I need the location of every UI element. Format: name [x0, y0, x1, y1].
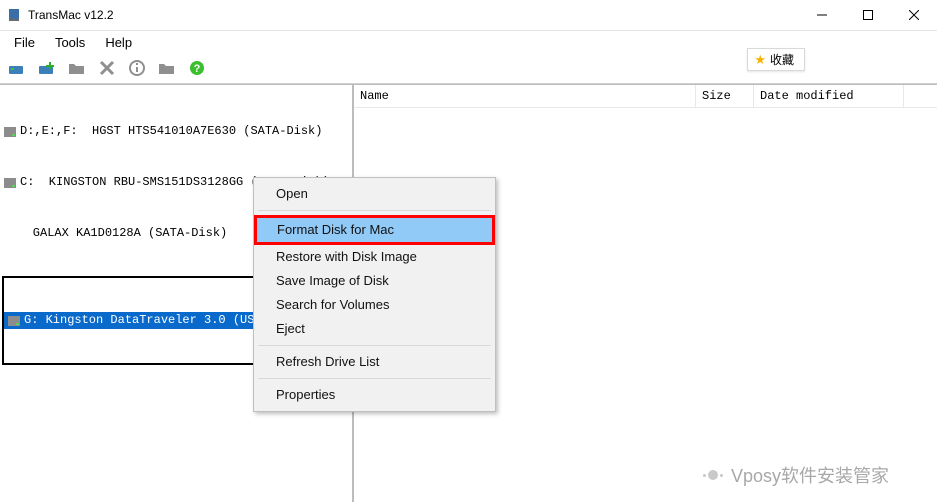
delete-icon[interactable]	[98, 59, 116, 77]
ctx-format-disk-for-mac[interactable]: Format Disk for Mac	[257, 218, 492, 242]
wechat-icon	[703, 470, 723, 480]
list-header: Name Size Date modified	[354, 85, 937, 108]
star-icon: ★	[754, 53, 766, 66]
info-icon[interactable]	[128, 59, 146, 77]
col-size[interactable]: Size	[696, 85, 754, 107]
menu-help[interactable]: Help	[97, 33, 140, 52]
ctx-refresh-drive-list[interactable]: Refresh Drive List	[256, 350, 493, 374]
col-date[interactable]: Date modified	[754, 85, 904, 107]
watermark: Vposy软件安装管家	[703, 462, 889, 488]
drive-icon	[8, 316, 20, 326]
drive-icon	[4, 178, 16, 188]
highlighted-wrap: Format Disk for Mac	[254, 215, 495, 245]
drive-label: D:,E:,F: HGST HTS541010A7E630 (SATA-Disk…	[20, 123, 322, 140]
separator	[258, 345, 491, 346]
menu-tools[interactable]: Tools	[47, 33, 93, 52]
titlebar: TransMac v12.2	[0, 0, 937, 31]
drive-row[interactable]: D:,E:,F: HGST HTS541010A7E630 (SATA-Disk…	[0, 123, 352, 140]
ctx-restore-with-disk-image[interactable]: Restore with Disk Image	[256, 245, 493, 269]
menu-file[interactable]: File	[6, 33, 43, 52]
folder-open-icon[interactable]	[158, 59, 176, 77]
help-icon[interactable]: ?	[188, 59, 206, 77]
app-icon	[6, 7, 22, 23]
window-title: TransMac v12.2	[28, 8, 114, 22]
favorite-badge[interactable]: ★ 收藏	[747, 48, 805, 71]
favorite-label: 收藏	[770, 51, 794, 68]
ctx-properties[interactable]: Properties	[256, 383, 493, 407]
folder-icon[interactable]	[68, 59, 86, 77]
add-icon[interactable]	[38, 59, 56, 77]
ctx-save-image-of-disk[interactable]: Save Image of Disk	[256, 269, 493, 293]
separator	[258, 378, 491, 379]
col-name[interactable]: Name	[354, 85, 696, 107]
open-drive-icon[interactable]	[8, 59, 26, 77]
drive-label: GALAX KA1D0128A (SATA-Disk)	[4, 225, 227, 242]
ctx-search-for-volumes[interactable]: Search for Volumes	[256, 293, 493, 317]
context-menu: Open Format Disk for Mac Restore with Di…	[253, 177, 496, 412]
close-button[interactable]	[891, 0, 937, 30]
svg-text:?: ?	[194, 63, 201, 75]
drive-icon	[4, 127, 16, 137]
minimize-button[interactable]	[799, 0, 845, 30]
maximize-button[interactable]	[845, 0, 891, 30]
watermark-text: Vposy软件安装管家	[731, 462, 889, 488]
ctx-open[interactable]: Open	[256, 182, 493, 206]
separator	[258, 210, 491, 211]
ctx-eject[interactable]: Eject	[256, 317, 493, 341]
